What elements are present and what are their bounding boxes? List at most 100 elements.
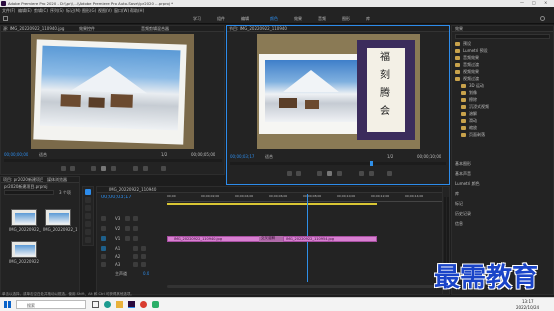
panel-essential-graphics[interactable]: 基本图形 [455, 161, 471, 166]
media-browser-tab[interactable]: 媒体浏览器 [47, 177, 77, 182]
mark-out-icon[interactable] [70, 166, 75, 171]
workspace-assembly[interactable]: 组件 [217, 16, 225, 21]
solo-toggle[interactable] [141, 262, 146, 267]
project-clip-thumb[interactable] [11, 241, 37, 258]
export-frame-icon[interactable] [387, 171, 392, 176]
explorer-icon[interactable] [116, 301, 123, 308]
menu-sequence[interactable]: 序列(S) [50, 8, 64, 13]
workspace-graphics[interactable]: 图形 [342, 16, 350, 21]
workspace-libraries[interactable]: 库 [366, 16, 370, 21]
workspace-color[interactable]: 颜色 [270, 16, 278, 21]
menu-clip[interactable]: 剪辑(C) [34, 8, 48, 13]
effects-item[interactable]: 视频过渡 [455, 76, 551, 82]
taskbar-search-box[interactable]: 搜索 [16, 300, 86, 309]
program-playhead[interactable] [370, 161, 373, 166]
step-back-icon[interactable] [91, 166, 96, 171]
lift-icon[interactable] [359, 171, 364, 176]
target-toggle[interactable] [101, 236, 106, 241]
target-toggle[interactable] [101, 216, 106, 221]
effects-item[interactable]: 3D 运动 [461, 83, 551, 89]
premiere-taskbar-icon[interactable] [128, 301, 135, 308]
slip-tool-icon[interactable] [85, 221, 91, 227]
menu-help[interactable]: 帮助(H) [130, 8, 144, 13]
source-scrubber[interactable] [4, 159, 222, 162]
effects-item[interactable]: 预设 [455, 41, 551, 47]
step-forward-icon[interactable] [337, 171, 342, 176]
pen-tool-icon[interactable] [85, 229, 91, 235]
mark-in-icon[interactable] [61, 166, 66, 171]
play-icon[interactable] [327, 171, 332, 176]
panel-markers[interactable]: 标记 [455, 201, 463, 206]
lock-icon[interactable] [125, 226, 130, 231]
workspace-editing[interactable]: 编辑 [241, 16, 249, 21]
panel-lumetri-color[interactable]: Lumetri 颜色 [455, 181, 480, 186]
effects-item[interactable]: 音频效果 [455, 55, 551, 61]
edge-icon[interactable] [104, 301, 111, 308]
eye-icon[interactable] [133, 216, 138, 221]
menu-file[interactable]: 文件(F) [2, 8, 15, 13]
project-clip-thumb[interactable] [45, 209, 71, 226]
transition-cross-dissolve[interactable]: 交叉溶解 [259, 236, 283, 242]
project-tab[interactable]: 项目: pr2020新建项目 [3, 177, 43, 182]
audio-mixer-tab[interactable]: 音频剪辑混合器 [141, 26, 201, 31]
workspace-audio[interactable]: 音频 [318, 16, 326, 21]
mute-toggle[interactable] [133, 254, 138, 259]
lock-icon[interactable] [125, 216, 130, 221]
overwrite-icon[interactable] [143, 166, 148, 171]
home-icon[interactable] [3, 16, 8, 21]
minimize-button[interactable]: — [520, 0, 528, 5]
insert-icon[interactable] [133, 166, 138, 171]
effects-item[interactable]: 音频过渡 [455, 62, 551, 68]
lock-icon[interactable] [125, 236, 130, 241]
source-resolution-select[interactable]: 1/2 [161, 152, 167, 157]
program-fit-select[interactable]: 适合 [265, 154, 273, 159]
project-clip-thumb[interactable] [11, 209, 37, 226]
program-scrubber[interactable] [230, 161, 446, 166]
task-view-icon[interactable] [92, 301, 99, 308]
mute-toggle[interactable] [133, 246, 138, 251]
eye-icon[interactable] [133, 226, 138, 231]
timeline-clip[interactable]: IMG_20220922_110954.jpg [283, 236, 377, 242]
step-back-icon[interactable] [317, 171, 322, 176]
effects-item[interactable]: 视频效果 [455, 69, 551, 75]
wechat-icon[interactable] [152, 301, 159, 308]
workspace-learn[interactable]: 学习 [193, 16, 201, 21]
effects-item[interactable]: Lumetri 预设 [455, 48, 551, 54]
source-fit-select[interactable]: 适合 [39, 152, 47, 157]
mark-in-icon[interactable] [287, 171, 292, 176]
solo-toggle[interactable] [141, 246, 146, 251]
program-tab[interactable]: 节目: IMG_20220922_110940 [229, 26, 309, 31]
effects-item[interactable]: 沉浸式视频 [461, 104, 551, 110]
mark-out-icon[interactable] [296, 171, 301, 176]
effect-controls-tab[interactable]: 效果控件 [79, 26, 95, 31]
timeline-work-area[interactable] [167, 203, 377, 205]
mute-toggle[interactable] [133, 262, 138, 267]
target-toggle[interactable] [101, 226, 106, 231]
effects-item[interactable]: 溶解 [461, 111, 551, 117]
effects-tab[interactable]: 效果 [455, 26, 463, 31]
target-toggle[interactable] [101, 262, 106, 267]
effects-item[interactable]: 缩放 [461, 125, 551, 131]
play-icon[interactable] [101, 166, 106, 171]
menu-window[interactable]: 窗口(W) [114, 8, 129, 13]
program-resolution-select[interactable]: 1/2 [387, 154, 393, 159]
panel-info[interactable]: 信息 [455, 221, 463, 226]
maximize-button[interactable]: □ [532, 0, 540, 5]
effects-item[interactable]: 滑动 [461, 118, 551, 124]
close-button[interactable]: × [544, 0, 552, 5]
panel-libraries[interactable]: 库 [455, 191, 459, 196]
project-search-input[interactable] [4, 190, 54, 195]
chrome-icon[interactable] [140, 301, 147, 308]
extract-icon[interactable] [369, 171, 374, 176]
effects-item[interactable]: 擦除 [461, 97, 551, 103]
menu-edit[interactable]: 编辑(E) [18, 8, 32, 13]
effects-item[interactable]: 划像 [461, 90, 551, 96]
step-forward-icon[interactable] [111, 166, 116, 171]
razor-tool-icon[interactable] [85, 213, 91, 219]
panel-history[interactable]: 历史记录 [455, 211, 471, 216]
master-volume[interactable]: 0.0 [143, 271, 149, 276]
workspace-effects[interactable]: 效果 [294, 16, 302, 21]
eye-icon[interactable] [133, 236, 138, 241]
effects-item[interactable]: 页面剥落 [461, 132, 551, 138]
effects-search-input[interactable] [455, 34, 550, 39]
